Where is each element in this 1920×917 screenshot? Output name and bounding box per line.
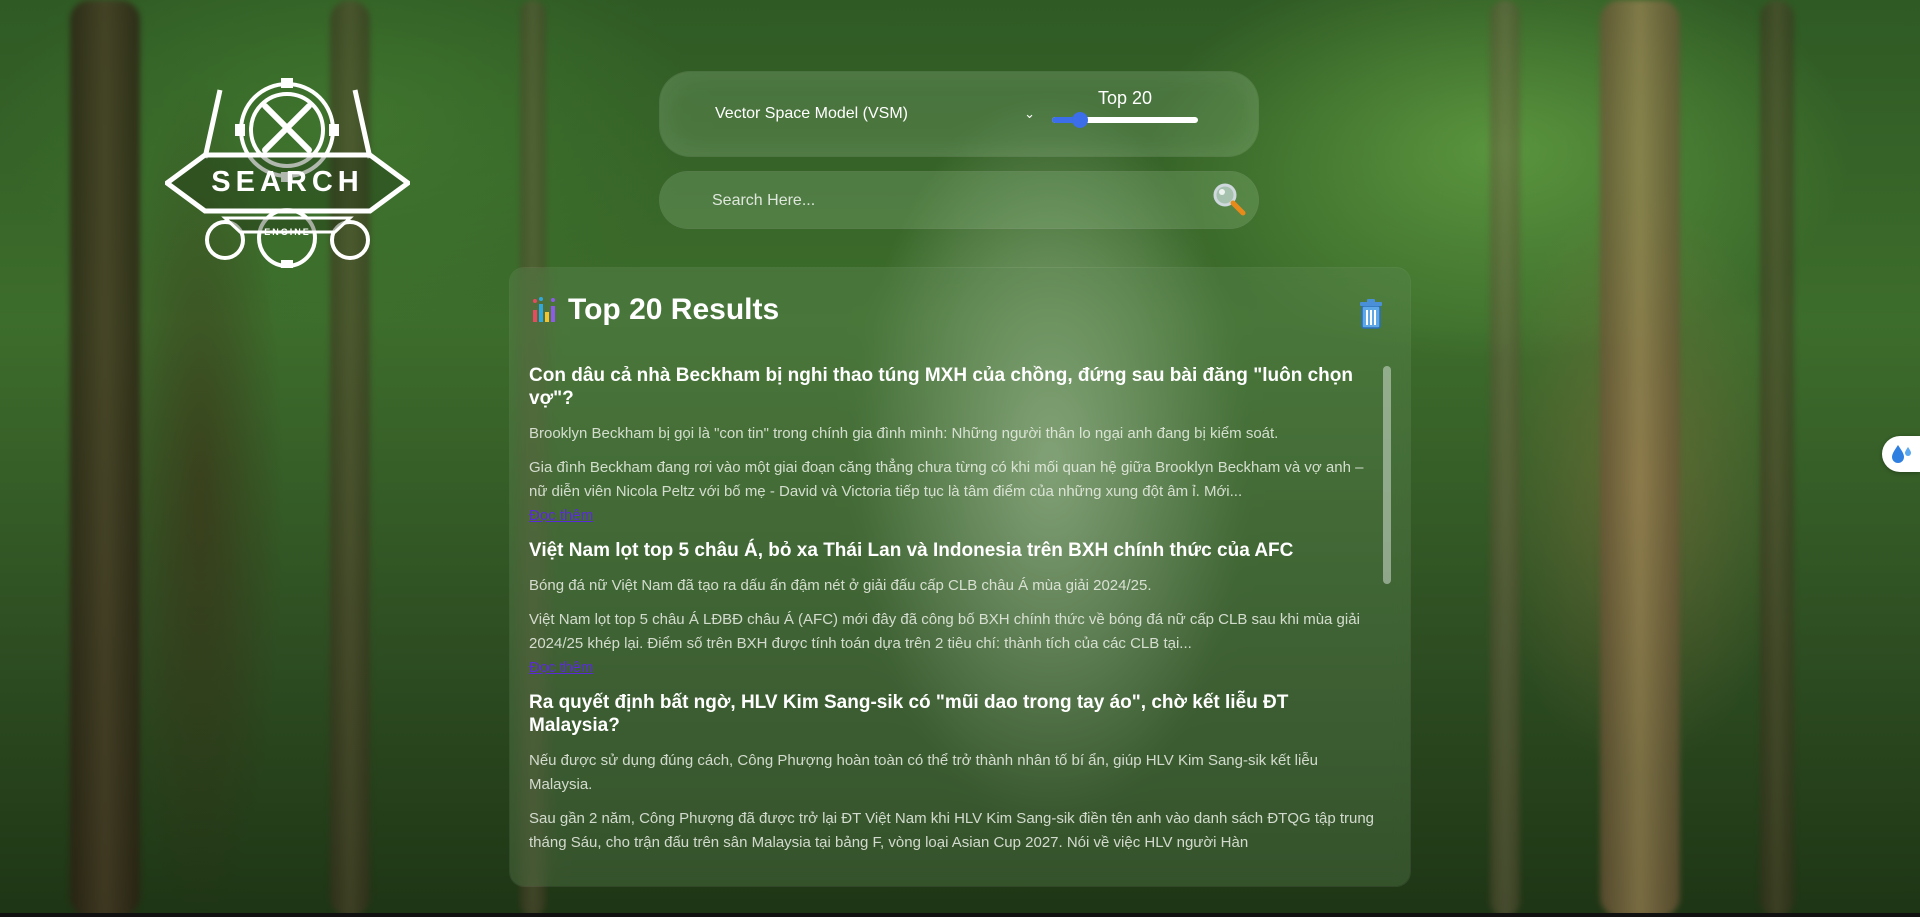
bottom-taskbar-strip (0, 913, 1920, 917)
result-summary: Brooklyn Beckham bị gọi là "con tin" tro… (529, 425, 1279, 442)
background-trunk (1600, 0, 1680, 917)
search-input[interactable] (710, 188, 1194, 214)
result-title[interactable]: Ra quyết định bất ngờ, HLV Kim Sang-sik … (529, 691, 1381, 737)
results-scroll-thumb[interactable] (1383, 366, 1391, 584)
result-item: Con dâu cả nhà Beckham bị nghi thao túng… (529, 364, 1381, 526)
logo-subtitle: ENGINE (264, 227, 311, 237)
bar-chart-icon (533, 297, 555, 322)
read-more-link[interactable]: Đọc thêm (529, 506, 593, 526)
results-scrollbar[interactable] (1383, 366, 1391, 876)
trash-icon[interactable] (1358, 298, 1384, 330)
side-extension-button[interactable] (1882, 436, 1920, 472)
result-item: Ra quyết định bất ngờ, HLV Kim Sang-sik … (529, 691, 1381, 855)
result-body: Sau gần 2 năm, Công Phượng đã được trở l… (529, 810, 1375, 851)
results-header: Top 20 Results (530, 290, 779, 330)
topk-slider-group: Top 20 (1050, 88, 1200, 138)
result-summary: Nếu được sử dụng đúng cách, Công Phượng … (529, 752, 1319, 793)
results-panel: Top 20 Results Con dâu cả nhà Beckham bị… (510, 268, 1410, 886)
background-trunk (70, 0, 140, 917)
search-icon[interactable] (1212, 182, 1246, 216)
results-list[interactable]: Con dâu cả nhà Beckham bị nghi thao túng… (529, 364, 1381, 878)
result-body: Việt Nam lọt top 5 châu Á LĐBĐ châu Á (A… (529, 611, 1360, 652)
result-summary: Bóng đá nữ Việt Nam đã tạo ra dấu ấn đậm… (529, 577, 1152, 594)
water-drop-icon (1892, 445, 1911, 463)
background-trunk (1490, 0, 1520, 917)
topk-slider-thumb[interactable] (1072, 112, 1088, 128)
results-title: Top 20 Results (568, 293, 780, 326)
model-select[interactable]: Vector Space Model (VSM) ⌄ (715, 99, 1035, 129)
result-body: Gia đình Beckham đang rơi vào một giai đ… (529, 459, 1364, 500)
search-bar (660, 172, 1258, 228)
logo-title: SEARCH (211, 166, 364, 198)
result-item: Việt Nam lọt top 5 châu Á, bỏ xa Thái La… (529, 539, 1381, 678)
read-more-link[interactable]: Đọc thêm (529, 658, 593, 678)
chevron-down-icon: ⌄ (1024, 106, 1035, 121)
search-engine-logo: SEARCH ENGINE (165, 70, 410, 270)
topk-label: Top 20 (1097, 88, 1153, 108)
result-title[interactable]: Con dâu cả nhà Beckham bị nghi thao túng… (529, 364, 1381, 410)
result-title[interactable]: Việt Nam lọt top 5 châu Á, bỏ xa Thái La… (529, 539, 1381, 562)
search-options-panel: Vector Space Model (VSM) ⌄ Top 20 (660, 72, 1258, 156)
model-select-value: Vector Space Model (VSM) (715, 105, 908, 122)
background-trunk (1760, 0, 1794, 917)
